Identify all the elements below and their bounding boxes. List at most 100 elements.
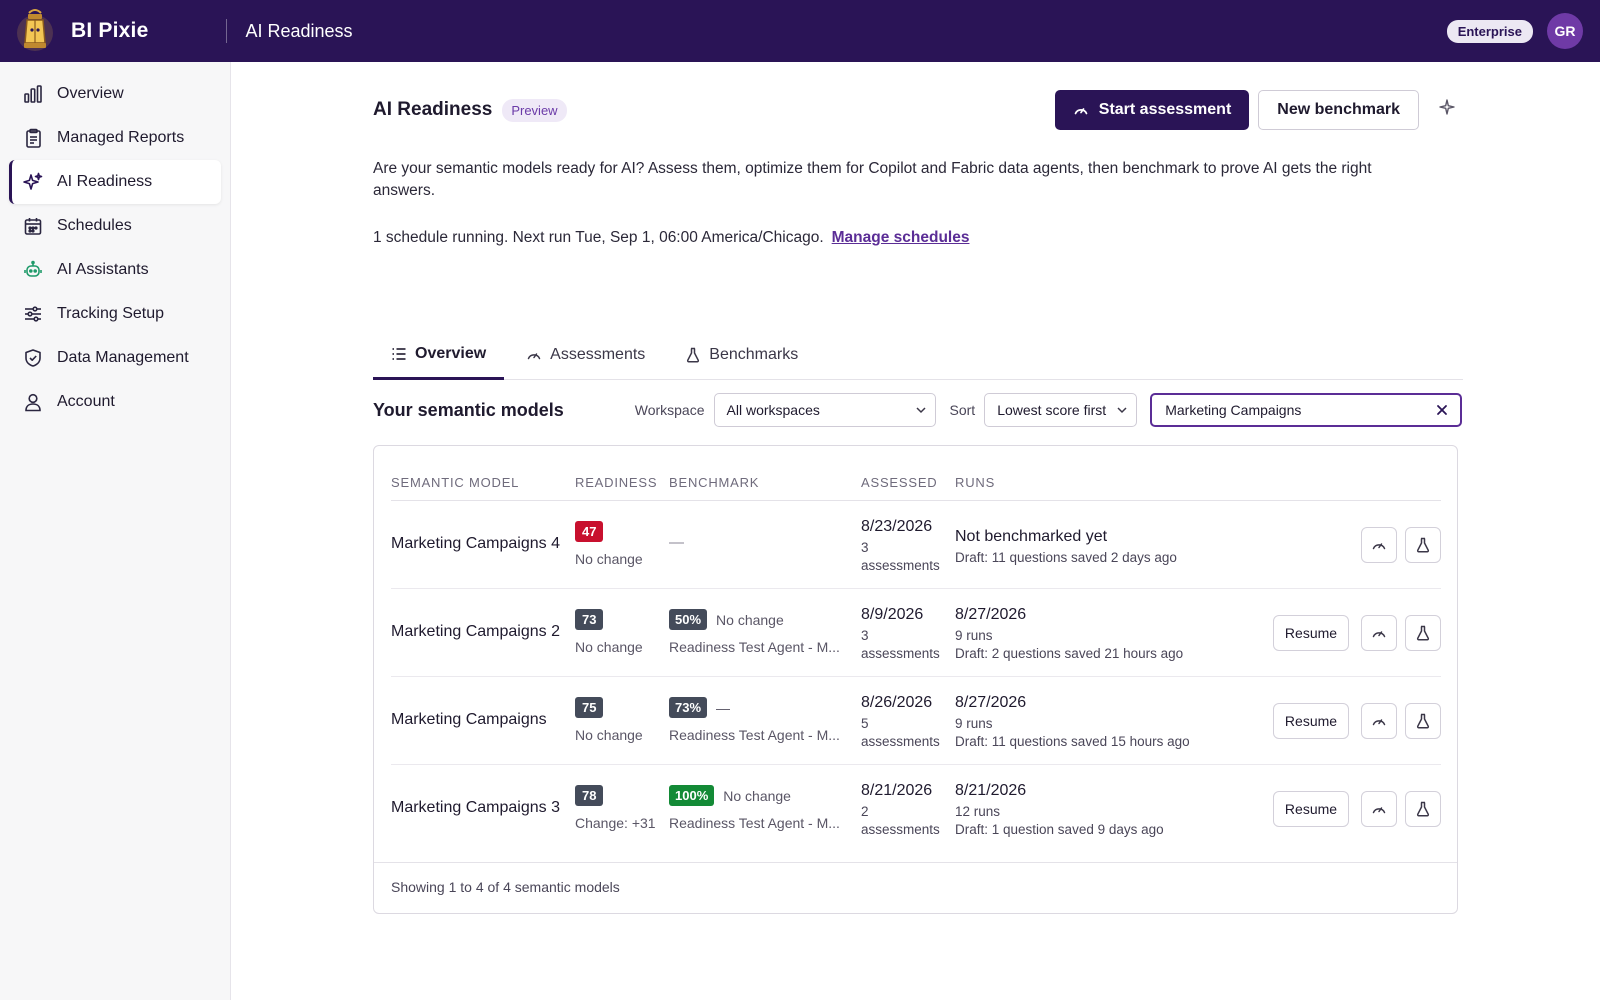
flask-icon xyxy=(1416,801,1430,817)
model-name[interactable]: Marketing Campaigns xyxy=(391,711,547,729)
readiness-change: No change xyxy=(575,639,643,655)
gauge-icon xyxy=(1073,102,1089,118)
gauge-icon xyxy=(1372,807,1386,814)
sidebar-item-label: Tracking Setup xyxy=(57,305,165,322)
model-name[interactable]: Marketing Campaigns 3 xyxy=(391,799,560,817)
bar-chart-icon xyxy=(23,84,43,104)
assessment-count: 2 assessments xyxy=(861,804,940,837)
new-benchmark-button[interactable]: New benchmark xyxy=(1258,90,1419,130)
start-assessment-button[interactable]: Start assessment xyxy=(1054,90,1250,130)
run-count: 9 runs xyxy=(955,628,993,643)
sidebar-item-label: AI Readiness xyxy=(57,173,153,190)
run-assessment-button[interactable] xyxy=(1361,615,1397,651)
sidebar-item-data-management[interactable]: Data Management xyxy=(9,336,221,380)
sidebar-item-overview[interactable]: Overview xyxy=(9,72,221,116)
sort-select[interactable]: Lowest score first xyxy=(984,393,1138,427)
sidebar-item-managed-reports[interactable]: Managed Reports xyxy=(9,116,221,160)
flask-icon xyxy=(685,347,701,363)
benchmark-agent: Readiness Test Agent - M... xyxy=(669,727,840,743)
sliders-icon xyxy=(23,304,43,324)
schedule-status: 1 schedule running. Next run Tue, Sep 1,… xyxy=(373,229,969,247)
sidebar-item-label: AI Assistants xyxy=(57,261,149,278)
benchmark-change: No change xyxy=(723,787,791,804)
tab-overview[interactable]: Overview xyxy=(373,330,505,380)
clear-search-icon[interactable] xyxy=(1436,404,1448,416)
table-row: Marketing Campaigns 4 47 No change — 8/2… xyxy=(391,501,1441,589)
top-bar: BI Pixie AI Readiness Enterprise GR xyxy=(0,0,1600,62)
main-area: AI Readiness Preview Start assessment Ne… xyxy=(231,62,1600,1000)
plan-badge: Enterprise xyxy=(1446,19,1533,43)
run-assessment-button[interactable] xyxy=(1361,703,1397,739)
section-title: Your semantic models xyxy=(373,399,564,420)
report-clipboard-icon xyxy=(23,128,43,148)
sidebar-item-label: Overview xyxy=(57,85,124,102)
models-toolbar: Your semantic models Workspace All works… xyxy=(373,392,1463,428)
assessment-count: 5 assessments xyxy=(861,716,940,749)
readiness-change: No change xyxy=(575,727,643,743)
benchmark-agent: Readiness Test Agent - M... xyxy=(669,639,840,655)
benchmark-score-badge: 50% xyxy=(669,609,708,630)
last-run-date: 8/27/2026 xyxy=(955,694,1027,711)
sparkle-icon xyxy=(23,172,43,192)
readiness-score-badge: 78 xyxy=(575,785,604,806)
workspace-select[interactable]: All workspaces xyxy=(713,393,936,427)
start-assessment-label: Start assessment xyxy=(1098,101,1232,118)
lantern-logo-icon[interactable] xyxy=(9,5,61,57)
draft-status: Draft: 11 questions saved 15 hours ago xyxy=(955,734,1190,749)
search-input[interactable] xyxy=(1165,402,1437,418)
gauge-icon xyxy=(526,347,542,363)
sidebar-item-label: Account xyxy=(57,393,115,410)
user-avatar[interactable]: GR xyxy=(1547,13,1583,49)
run-assessment-button[interactable] xyxy=(1361,791,1397,827)
tab-assessments[interactable]: Assessments xyxy=(508,330,663,380)
sidebar-item-ai-assistants[interactable]: AI Assistants xyxy=(9,248,221,292)
tab-benchmarks[interactable]: Benchmarks xyxy=(667,330,816,380)
sidebar-item-ai-readiness[interactable]: AI Readiness xyxy=(9,160,221,204)
readiness-change: Change: +31 xyxy=(575,815,656,831)
readiness-score-badge: 73 xyxy=(575,609,604,630)
run-assessment-button[interactable] xyxy=(1361,527,1397,563)
header-divider xyxy=(226,19,228,43)
list-icon xyxy=(391,346,407,362)
assessed-date: 8/21/2026 xyxy=(861,782,933,799)
table-row: Marketing Campaigns 2 73 No change 50% N… xyxy=(391,589,1441,677)
flask-icon xyxy=(1416,713,1430,729)
last-run-date: 8/21/2026 xyxy=(955,782,1027,799)
run-benchmark-button[interactable] xyxy=(1405,527,1441,563)
sidebar-item-tracking-setup[interactable]: Tracking Setup xyxy=(9,292,221,336)
run-count: 9 runs xyxy=(955,716,993,731)
assessed-date: 8/9/2026 xyxy=(861,606,924,623)
resume-button[interactable]: Resume xyxy=(1273,615,1349,651)
run-benchmark-button[interactable] xyxy=(1405,791,1441,827)
benchmark-agent: Readiness Test Agent - M... xyxy=(669,815,840,831)
gauge-icon xyxy=(1372,719,1386,726)
table-footer: Showing 1 to 4 of 4 semantic models xyxy=(374,862,1457,914)
run-benchmark-button[interactable] xyxy=(1405,615,1441,651)
tab-label: Assessments xyxy=(550,346,646,363)
benchmark-score-badge: 73% xyxy=(669,697,708,718)
benchmark-change: — xyxy=(716,699,731,716)
assessment-count: 3 assessments xyxy=(861,628,940,661)
workspace-label: Workspace xyxy=(634,402,705,418)
assessed-date: 8/26/2026 xyxy=(861,694,933,711)
models-table-card: SEMANTIC MODEL READINESS BENCHMARK ASSES… xyxy=(373,445,1458,914)
chevron-down-icon xyxy=(1116,404,1128,416)
sidebar-item-account[interactable]: Account xyxy=(9,380,221,424)
resume-button[interactable]: Resume xyxy=(1273,791,1349,827)
run-benchmark-button[interactable] xyxy=(1405,703,1441,739)
ai-sparkle-icon[interactable] xyxy=(1431,91,1463,123)
resume-button[interactable]: Resume xyxy=(1273,703,1349,739)
column-header: ASSESSED xyxy=(861,475,938,490)
benchmark-empty: — xyxy=(669,534,684,551)
tab-bar: Overview Assessments Benchmarks xyxy=(373,330,1463,380)
robot-icon xyxy=(23,260,43,280)
manage-schedules-link[interactable]: Manage schedules xyxy=(832,229,970,246)
sidebar-item-label: Managed Reports xyxy=(57,129,185,146)
readiness-score-badge: 75 xyxy=(575,697,604,718)
benchmark-change: No change xyxy=(716,611,784,628)
readiness-score-badge: 47 xyxy=(575,521,604,542)
model-name[interactable]: Marketing Campaigns 2 xyxy=(391,623,560,641)
sidebar-item-schedules[interactable]: Schedules xyxy=(9,204,221,248)
model-name[interactable]: Marketing Campaigns 4 xyxy=(391,535,560,553)
chevron-down-icon xyxy=(915,404,927,416)
